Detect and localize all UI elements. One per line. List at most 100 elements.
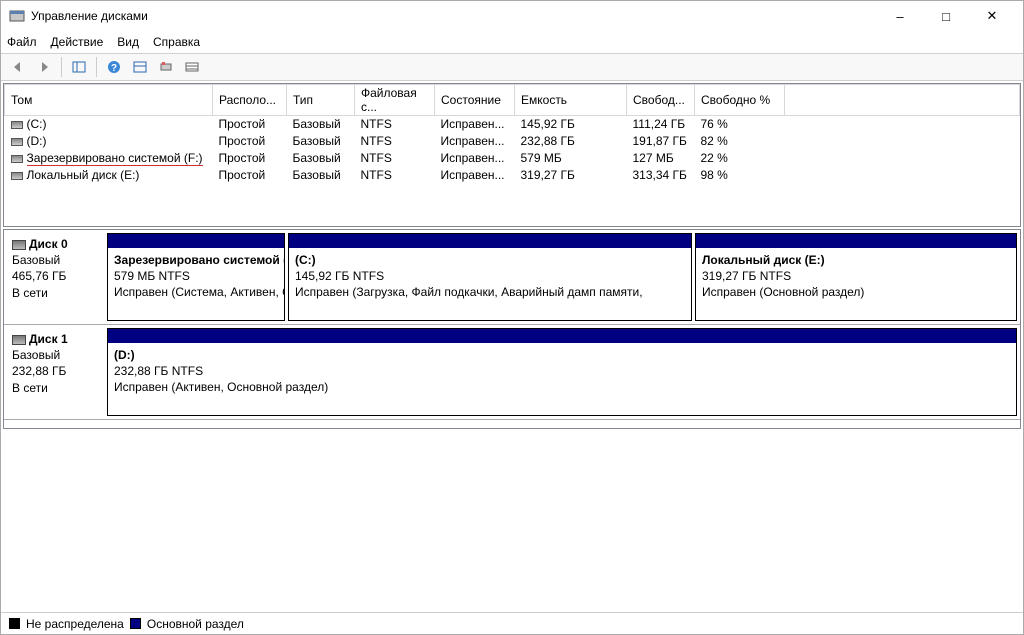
legend-unallocated-swatch <box>9 618 20 629</box>
partition[interactable]: Зарезервировано системой (F 579 МБ NTFS … <box>107 233 285 321</box>
volume-free-pct: 82 % <box>695 133 785 150</box>
forward-button[interactable] <box>33 56 55 78</box>
volume-type: Базовый <box>287 133 355 150</box>
partition-size: 319,27 ГБ NTFS <box>702 268 1010 284</box>
volume-name: Зарезервировано системой (F:) <box>27 151 203 166</box>
disk-info[interactable]: Диск 1 Базовый 232,88 ГБ В сети <box>4 325 104 419</box>
disk-status: В сети <box>12 285 96 301</box>
volume-name: (D:) <box>27 134 47 148</box>
volume-capacity: 145,92 ГБ <box>515 116 627 133</box>
disk-name: Диск 1 <box>29 332 68 346</box>
volume-free-pct: 98 % <box>695 167 785 184</box>
help-button[interactable]: ? <box>103 56 125 78</box>
volume-row[interactable]: (C:)ПростойБазовыйNTFSИсправен...145,92 … <box>5 116 1020 133</box>
volume-free: 111,24 ГБ <box>627 116 695 133</box>
volume-layout: Простой <box>213 116 287 133</box>
partition-header <box>108 329 1016 343</box>
toolbar: ? <box>1 53 1023 81</box>
app-icon <box>9 8 25 24</box>
partition-state: Исправен (Активен, Основной раздел) <box>114 379 1010 395</box>
disk-row: Диск 0 Базовый 465,76 ГБ В сети Зарезерв… <box>4 230 1020 325</box>
legend-primary-swatch <box>130 618 141 629</box>
volume-row[interactable]: (D:) ПростойБазовыйNTFSИсправен...232,88 … <box>5 133 1020 150</box>
col-filesystem[interactable]: Файловая с... <box>355 85 435 116</box>
volume-name: (C:) <box>27 117 47 131</box>
partition-size: 579 МБ NTFS <box>114 268 278 284</box>
volume-row[interactable]: Локальный диск (E:)ПростойБазовыйNTFSИсп… <box>5 167 1020 184</box>
partition-state: Исправен (Загрузка, Файл подкачки, Авари… <box>295 284 685 300</box>
list-button[interactable] <box>181 56 203 78</box>
partitions-container: (D:) 232,88 ГБ NTFS Исправен (Активен, О… <box>104 325 1020 419</box>
volume-free: 191,87 ГБ <box>627 133 695 150</box>
toolbar-separator <box>61 57 62 77</box>
settings-button[interactable] <box>129 56 151 78</box>
disk-row: Диск 1 Базовый 232,88 ГБ В сети (D:) 232… <box>4 325 1020 420</box>
volume-layout: Простой <box>213 133 287 150</box>
titlebar: Управление дисками – □ ✕ <box>1 1 1023 31</box>
volume-status: Исправен... <box>435 133 515 150</box>
drive-icon <box>11 138 23 146</box>
volume-table[interactable]: Том Располо... Тип Файловая с... Состоян… <box>4 84 1020 184</box>
disk-info[interactable]: Диск 0 Базовый 465,76 ГБ В сети <box>4 230 104 324</box>
menu-action[interactable]: Действие <box>51 35 104 49</box>
maximize-button[interactable]: □ <box>923 1 969 31</box>
legend-unallocated-label: Не распределена <box>26 617 124 631</box>
partition-header <box>289 234 691 248</box>
partition-header <box>696 234 1016 248</box>
svg-text:?: ? <box>111 63 117 74</box>
volume-type: Базовый <box>287 116 355 133</box>
partitions-container: Зарезервировано системой (F 579 МБ NTFS … <box>104 230 1020 324</box>
volume-fs: NTFS <box>355 133 435 150</box>
volume-free-pct: 22 % <box>695 150 785 167</box>
volume-capacity: 232,88 ГБ <box>515 133 627 150</box>
disk-type: Базовый <box>12 347 96 363</box>
refresh-button[interactable] <box>155 56 177 78</box>
volume-free: 313,34 ГБ <box>627 167 695 184</box>
disk-icon <box>12 240 26 250</box>
back-button[interactable] <box>7 56 29 78</box>
volume-free: 127 МБ <box>627 150 695 167</box>
drive-icon <box>11 172 23 180</box>
volume-fs: NTFS <box>355 116 435 133</box>
col-capacity[interactable]: Емкость <box>515 85 627 116</box>
partition[interactable]: Локальный диск (E:) 319,27 ГБ NTFS Испра… <box>695 233 1017 321</box>
col-free-pct[interactable]: Свободно % <box>695 85 785 116</box>
column-headers[interactable]: Том Располо... Тип Файловая с... Состоян… <box>5 85 1020 116</box>
volume-type: Базовый <box>287 167 355 184</box>
partition[interactable]: (C:) 145,92 ГБ NTFS Исправен (Загрузка, … <box>288 233 692 321</box>
volume-name: Локальный диск (E:) <box>27 168 140 182</box>
col-status[interactable]: Состояние <box>435 85 515 116</box>
partition-header <box>108 234 284 248</box>
disk-name: Диск 0 <box>29 237 68 251</box>
disk-status: В сети <box>12 380 96 396</box>
minimize-button[interactable]: – <box>877 1 923 31</box>
partition-title: Зарезервировано системой (F <box>114 252 278 268</box>
volume-row[interactable]: Зарезервировано системой (F:)ПростойБазо… <box>5 150 1020 167</box>
legend-primary-label: Основной раздел <box>147 617 244 631</box>
partition[interactable]: (D:) 232,88 ГБ NTFS Исправен (Активен, О… <box>107 328 1017 416</box>
toolbar-separator <box>96 57 97 77</box>
menu-help[interactable]: Справка <box>153 35 200 49</box>
col-empty <box>785 85 1020 116</box>
col-layout[interactable]: Располо... <box>213 85 287 116</box>
menu-file[interactable]: Файл <box>7 35 37 49</box>
partition-title: (C:) <box>295 252 685 268</box>
menu-view[interactable]: Вид <box>117 35 139 49</box>
col-volume[interactable]: Том <box>5 85 213 116</box>
volume-fs: NTFS <box>355 167 435 184</box>
drive-icon <box>11 155 23 163</box>
partition-state: Исправен (Основной раздел) <box>702 284 1010 300</box>
col-free[interactable]: Свобод... <box>627 85 695 116</box>
legend: Не распределена Основной раздел <box>1 612 1023 634</box>
partition-title: (D:) <box>114 347 1010 363</box>
disk-icon <box>12 335 26 345</box>
show-hide-button[interactable] <box>68 56 90 78</box>
volume-status: Исправен... <box>435 167 515 184</box>
col-type[interactable]: Тип <box>287 85 355 116</box>
volume-fs: NTFS <box>355 150 435 167</box>
drive-icon <box>11 121 23 129</box>
close-button[interactable]: ✕ <box>969 1 1015 31</box>
disk-type: Базовый <box>12 252 96 268</box>
disk-size: 465,76 ГБ <box>12 268 96 284</box>
partition-size: 145,92 ГБ NTFS <box>295 268 685 284</box>
